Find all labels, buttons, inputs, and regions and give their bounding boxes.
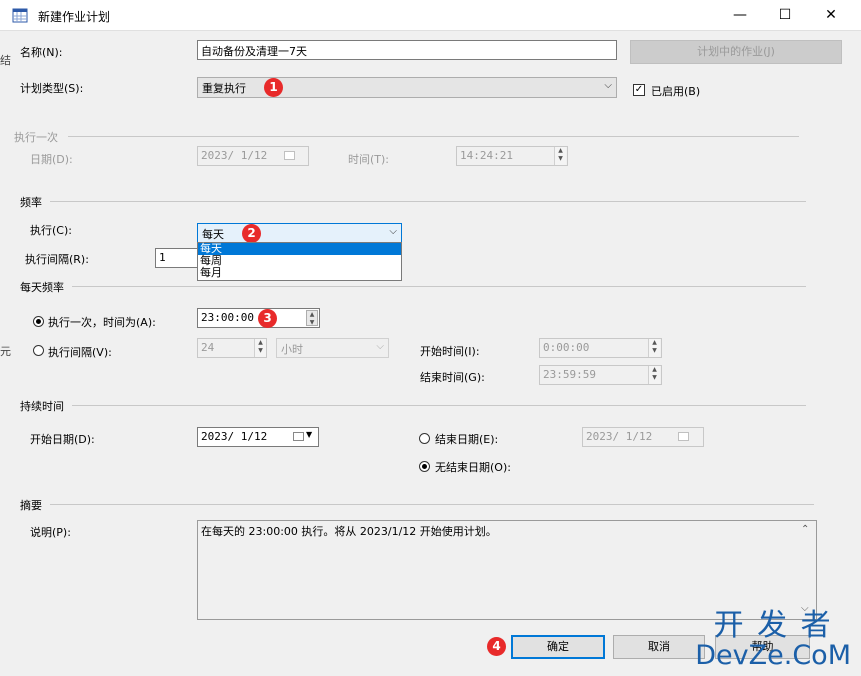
end-date-radio[interactable] [419, 433, 430, 444]
description-textarea: 在每天的 23:00:00 执行。将从 2023/1/12 开始使用计划。 [197, 520, 817, 620]
frequency-interval-input[interactable]: 1 [155, 248, 201, 268]
step-badge-3: 3 [258, 309, 277, 328]
name-input[interactable]: 自动备份及清理一7天 [197, 40, 617, 60]
step-badge-4: 4 [487, 637, 506, 656]
background-fragment-1: 结 [0, 54, 11, 67]
minimize-button[interactable]: — [717, 0, 763, 30]
once-section-title: 执行一次 [14, 131, 58, 144]
cancel-button[interactable]: 取消 [613, 635, 705, 659]
once-at-radio[interactable] [33, 316, 44, 327]
description-text: 在每天的 23:00:00 执行。将从 2023/1/12 开始使用计划。 [201, 525, 497, 538]
spinner-icon[interactable]: ▲ ▼ [648, 339, 660, 357]
end-date-value: 2023/ 1/12 [586, 430, 653, 443]
once-time-value: 14:24:21 [460, 149, 513, 162]
no-end-date-label: 无结束日期(O): [435, 461, 511, 474]
once-time-input[interactable]: 14:24:21 [456, 146, 568, 166]
summary-section-divider [50, 504, 814, 505]
once-date-value: 2023/ 1/12 [201, 149, 268, 162]
once-date-label: 日期(D): [30, 153, 73, 166]
dropdown-option-monthly[interactable]: 每月 [198, 267, 401, 279]
window-title: 新建作业计划 [38, 10, 111, 24]
frequency-run-select[interactable]: 每天 ⌵ [197, 223, 402, 243]
schedule-dialog: 新建作业计划 — ☐ ✕ 结 元 名称(N): 自动备份及清理一7天 计划中的作… [0, 0, 861, 676]
schedule-type-label: 计划类型(S): [20, 82, 84, 95]
daily-interval-label: 执行间隔(V): [48, 346, 112, 359]
frequency-run-label: 执行(C): [30, 224, 72, 237]
watermark-line-2: DevZe.CoM [695, 640, 851, 671]
daily-section-title: 每天频率 [20, 281, 64, 294]
end-date-label: 结束日期(E): [435, 433, 499, 446]
watermark-line-1: 开 发 者 [713, 608, 833, 643]
calendar-icon [678, 432, 689, 441]
spinner-icon[interactable]: ▲ ▼ [554, 147, 566, 165]
step-badge-1: 1 [264, 78, 283, 97]
jobs-in-schedule-button[interactable]: 计划中的作业(J) [630, 40, 842, 64]
summary-section-title: 摘要 [20, 499, 42, 512]
background-fragment-2: 元 [0, 345, 11, 358]
enabled-checkbox[interactable]: ✓ [633, 84, 645, 96]
description-label: 说明(P): [30, 526, 71, 539]
once-time-label: 时间(T): [348, 153, 390, 166]
enabled-label: 已启用(B) [651, 85, 701, 98]
scroll-up-icon[interactable]: ⌃ [801, 524, 809, 535]
calendar-app-icon [12, 7, 28, 23]
interval-radio[interactable] [33, 345, 44, 356]
interval-unit-value: 小时 [281, 343, 303, 356]
step-badge-2: 2 [242, 224, 261, 243]
frequency-section-title: 频率 [20, 196, 42, 209]
start-date-value: 2023/ 1/12 [201, 430, 268, 443]
calendar-icon [284, 151, 295, 160]
close-button[interactable]: ✕ [808, 0, 854, 30]
daily-section-divider [72, 286, 806, 287]
name-label: 名称(N): [20, 46, 63, 59]
no-end-date-radio[interactable] [419, 461, 430, 472]
dropdown-option-daily[interactable]: 每天 [198, 243, 401, 255]
chevron-down-icon: ▼ [306, 430, 313, 439]
spinner-icon[interactable]: ▲ ▼ [254, 339, 266, 357]
maximize-button[interactable]: ☐ [762, 0, 808, 30]
dropdown-option-weekly[interactable]: 每周 [198, 255, 401, 267]
start-date-label: 开始日期(D): [30, 433, 95, 446]
schedule-type-select[interactable]: 重复执行 ⌵ [197, 77, 617, 98]
start-time-input[interactable]: 0:00:00 [539, 338, 662, 358]
once-at-label: 执行一次，时间为(A): [48, 316, 156, 329]
chevron-down-icon: ⌵ [604, 80, 612, 91]
chevron-down-icon: ⌵ [376, 341, 384, 352]
calendar-icon[interactable] [293, 432, 304, 441]
title-bar: 新建作业计划 — ☐ ✕ [0, 0, 861, 31]
once-section-divider [68, 136, 799, 137]
ok-button[interactable]: 确定 [511, 635, 605, 659]
once-at-time-value: 23:00:00 [201, 311, 254, 324]
end-time-label: 结束时间(G): [420, 371, 485, 384]
spinner-icon[interactable]: ▲ ▼ [648, 366, 660, 384]
frequency-run-value: 每天 [202, 228, 224, 241]
start-time-label: 开始时间(I): [420, 345, 480, 358]
duration-section-title: 持续时间 [20, 400, 64, 413]
schedule-type-value: 重复执行 [202, 82, 246, 95]
interval-unit-select[interactable]: 小时 ⌵ [276, 338, 389, 358]
duration-section-divider [72, 405, 806, 406]
frequency-dropdown-list: 每天 每周 每月 [197, 242, 402, 281]
frequency-interval-label: 执行间隔(R): [25, 253, 89, 266]
site-watermark: 开 发 者 DevZe.CoM [695, 610, 851, 670]
end-time-input[interactable]: 23:59:59 [539, 365, 662, 385]
spinner-icon[interactable]: ▲ ▼ [306, 310, 318, 326]
chevron-down-icon: ⌵ [389, 226, 397, 237]
frequency-section-divider [50, 201, 806, 202]
